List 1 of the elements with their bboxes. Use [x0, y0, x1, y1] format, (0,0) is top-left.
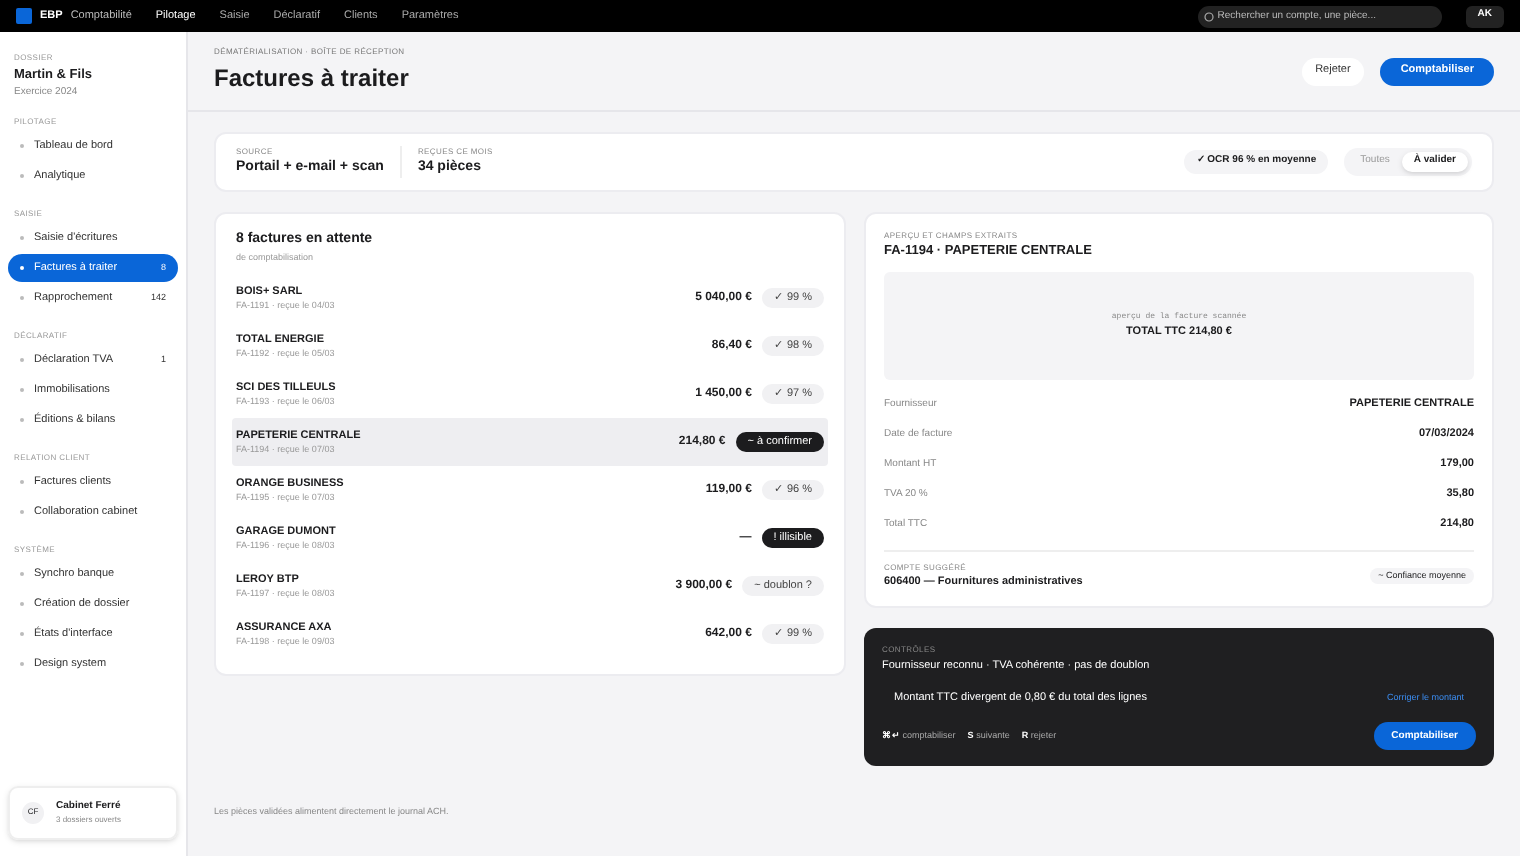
page-title: Factures à traiter: [214, 62, 411, 96]
